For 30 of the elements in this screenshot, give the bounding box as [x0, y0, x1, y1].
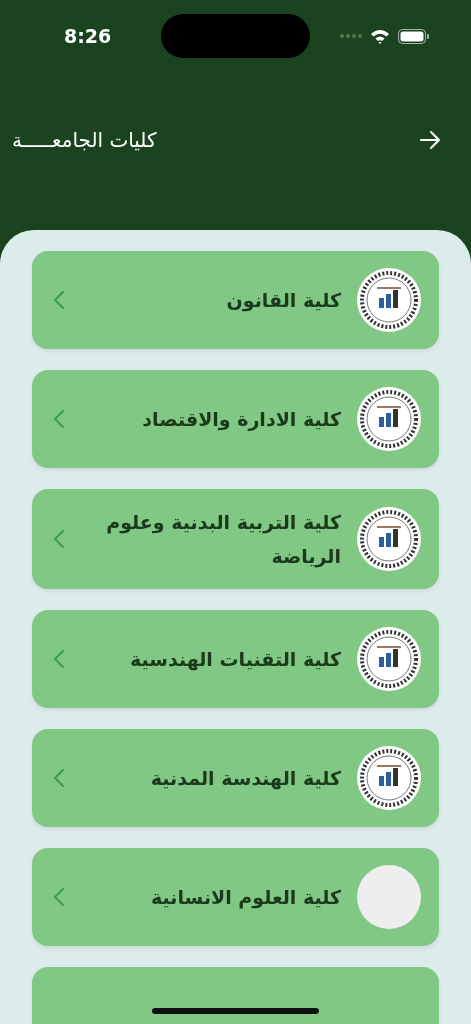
college-emblem-icon	[357, 387, 421, 451]
college-name: كلية الهندسة المدنية	[149, 766, 341, 792]
signal-dots-icon	[340, 34, 362, 38]
college-emblem-icon	[357, 627, 421, 691]
college-card[interactable]: كلية القانون	[32, 251, 439, 349]
college-card[interactable]: كلية الادارة والاقتصاد	[32, 370, 439, 468]
chevron-left-icon	[54, 769, 64, 787]
college-emblem-icon	[357, 268, 421, 332]
battery-icon	[398, 28, 429, 44]
college-name: كلية التربية البدنية وعلوم الرياضة	[105, 510, 341, 570]
chevron-left-icon	[54, 530, 64, 548]
college-card[interactable]: كلية التربية البدنية وعلوم الرياضة	[32, 489, 439, 589]
wifi-icon	[370, 28, 390, 44]
chevron-left-icon	[54, 650, 64, 668]
chevron-left-icon	[54, 291, 64, 309]
college-card[interactable]: كلية العلوم الانسانية	[32, 848, 439, 946]
chevron-left-icon	[54, 410, 64, 428]
status-time: 8:26	[64, 23, 112, 49]
arrow-right-icon	[419, 130, 441, 150]
college-name: كلية التقنيات الهندسية	[129, 647, 341, 673]
college-card[interactable]: كلية التقنيات الهندسية	[32, 610, 439, 708]
college-emblem-icon	[357, 507, 421, 571]
college-name: كلية العلوم الانسانية	[150, 885, 341, 911]
college-name: كلية القانون	[225, 288, 341, 314]
page-title: كليات الجامعـــــة	[12, 127, 157, 154]
college-emblem-icon	[357, 746, 421, 810]
college-name: كلية الادارة والاقتصاد	[141, 407, 341, 433]
back-button[interactable]	[419, 130, 441, 150]
college-card[interactable]: كلية الهندسة المدنية	[32, 729, 439, 827]
chevron-left-icon	[54, 888, 64, 906]
